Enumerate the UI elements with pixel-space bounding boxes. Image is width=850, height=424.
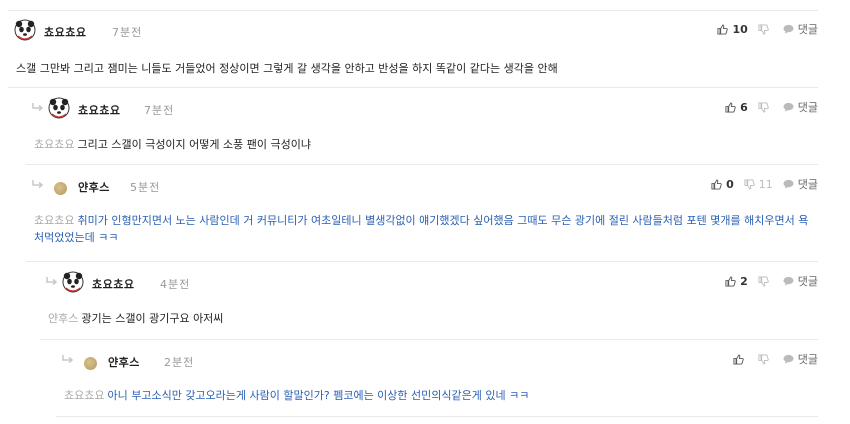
- speech-bubble-icon[interactable]: [783, 24, 794, 34]
- speech-bubble-icon[interactable]: [783, 354, 794, 364]
- mention: 쵸요쵸요: [34, 214, 75, 227]
- reply-arrow-icon: [62, 355, 74, 364]
- comment-text: 쵸요쵸요 그리고 스갤이 극성이지 어떻게 소풍 팬이 극성이냐: [34, 136, 818, 153]
- comment-header: 쵸요쵸요 7분전 10 댓글: [8, 10, 818, 41]
- comment-text: 쵸요쵸요 취미가 인형만지면서 노는 사람인데 거 커뮤니티가 여초일테니 별생각…: [34, 212, 814, 246]
- comment-header: 쵸요쵸요 4분전 2 댓글: [40, 262, 818, 293]
- speech-bubble-icon[interactable]: [783, 276, 794, 286]
- comment-actions: 6 댓글: [725, 99, 818, 115]
- comment-actions: 10 댓글: [717, 21, 818, 37]
- comment-body: 그리고 스갤이 극성이지 어떻게 소풍 팬이 극성이냐: [77, 138, 311, 151]
- like-count: 10: [732, 22, 748, 36]
- author-name[interactable]: 쵸요쵸요: [78, 102, 120, 118]
- author-name[interactable]: 쵸요쵸요: [92, 276, 134, 292]
- comment-thread: 쵸요쵸요 7분전 10 댓글 스갤 그만봐 그리고 잼미는 니들도 거들었어 정…: [0, 0, 850, 424]
- reply-button[interactable]: 댓글: [798, 273, 818, 289]
- speech-bubble-icon[interactable]: [783, 102, 794, 112]
- comment: 쵸요쵸요 7분전 10 댓글 스갤 그만봐 그리고 잼미는 니들도 거들었어 정…: [8, 10, 818, 88]
- reply-arrow-icon: [32, 180, 44, 189]
- comment-text: 쵸요쵸요 아니 부고소식만 갖고오라는게 사람이 할말인가? 펨코에는 이상한 선…: [64, 387, 818, 404]
- author-name[interactable]: 얀후스: [108, 354, 140, 370]
- reply-button[interactable]: 댓글: [798, 176, 818, 192]
- thumbs-up-icon[interactable]: [733, 353, 744, 365]
- comment-body: 취미가 인형만지면서 노는 사람인데 거 커뮤니티가 여초일테니 별생각없이 얘…: [34, 214, 809, 244]
- dislike-count: 11: [758, 177, 773, 191]
- dot-avatar[interactable]: [54, 182, 67, 195]
- mention: 쵸요쵸요: [64, 389, 105, 402]
- reply-arrow-icon: [32, 103, 44, 112]
- comment-text: 얀후스 광기는 스갤이 광기구요 아저씨: [48, 310, 818, 327]
- comment-header: 얀후스 5분전 0 11 댓글: [26, 165, 818, 195]
- like-count: 2: [740, 274, 748, 288]
- like-count: 6: [740, 100, 748, 114]
- comment-reply: 얀후스 2분전 댓글 쵸요쵸요 아니 부고소식만 갖고오라는게 사람이 할말인가?…: [56, 340, 818, 417]
- thumbs-up-icon[interactable]: [725, 275, 736, 287]
- comment-actions: 0 11 댓글: [711, 176, 818, 192]
- comment-reply: 얀후스 5분전 0 11 댓글 쵸요쵸요 취미가 인형만지면서 노는 사람인데 거…: [26, 165, 818, 262]
- speech-bubble-icon[interactable]: [783, 179, 794, 189]
- timestamp: 7분전: [112, 26, 143, 39]
- mention: 얀후스: [48, 312, 79, 325]
- timestamp: 5분전: [130, 181, 161, 194]
- timestamp: 4분전: [160, 278, 191, 291]
- thumbs-up-icon[interactable]: [717, 23, 729, 35]
- comment-body: 광기는 스갤이 광기구요 아저씨: [81, 312, 224, 325]
- comment-reply: 쵸요쵸요 7분전 6 댓글 쵸요쵸요 그리고 스갤이 극성이지 어떻게 소풍 팬이…: [26, 88, 818, 165]
- thumbs-down-icon[interactable]: [744, 178, 755, 190]
- reply-arrow-icon: [46, 277, 58, 286]
- thumbs-up-icon[interactable]: [711, 178, 722, 190]
- thumbs-down-icon[interactable]: [758, 275, 769, 287]
- comment-text: 스갤 그만봐 그리고 잼미는 니들도 거들었어 정상이면 그렇게 갈 생각을 안…: [16, 60, 818, 77]
- timestamp: 2분전: [164, 356, 195, 369]
- panda-avatar[interactable]: [62, 271, 84, 293]
- comment-header: 쵸요쵸요 7분전 6 댓글: [26, 88, 818, 119]
- comment-reply: 쵸요쵸요 4분전 2 댓글 얀후스 광기는 스갤이 광기구요 아저씨: [40, 262, 818, 340]
- thumbs-up-icon[interactable]: [725, 101, 736, 113]
- thumbs-down-icon[interactable]: [758, 353, 769, 365]
- comment-body: 아니 부고소식만 갖고오라는게 사람이 할말인가? 펨코에는 이상한 선민의식같…: [107, 389, 530, 402]
- reply-button[interactable]: 댓글: [798, 99, 818, 115]
- panda-avatar[interactable]: [14, 19, 36, 41]
- comment-body: 스갤 그만봐 그리고 잼미는 니들도 거들었어 정상이면 그렇게 갈 생각을 안…: [16, 62, 558, 75]
- reply-button[interactable]: 댓글: [798, 351, 818, 367]
- thumbs-down-icon[interactable]: [758, 101, 769, 113]
- panda-avatar[interactable]: [48, 97, 70, 119]
- comment-actions: 댓글: [733, 351, 818, 367]
- comment-actions: 2 댓글: [725, 273, 818, 289]
- author-name[interactable]: 쵸요쵸요: [44, 24, 86, 40]
- author-name[interactable]: 얀후스: [78, 179, 110, 195]
- like-count: 0: [726, 177, 734, 191]
- timestamp: 7분전: [144, 104, 175, 117]
- comment-header: 얀후스 2분전 댓글: [56, 340, 818, 370]
- mention: 쵸요쵸요: [34, 138, 75, 151]
- reply-button[interactable]: 댓글: [798, 21, 818, 37]
- dot-avatar[interactable]: [84, 357, 97, 370]
- thumbs-down-icon[interactable]: [758, 23, 769, 35]
